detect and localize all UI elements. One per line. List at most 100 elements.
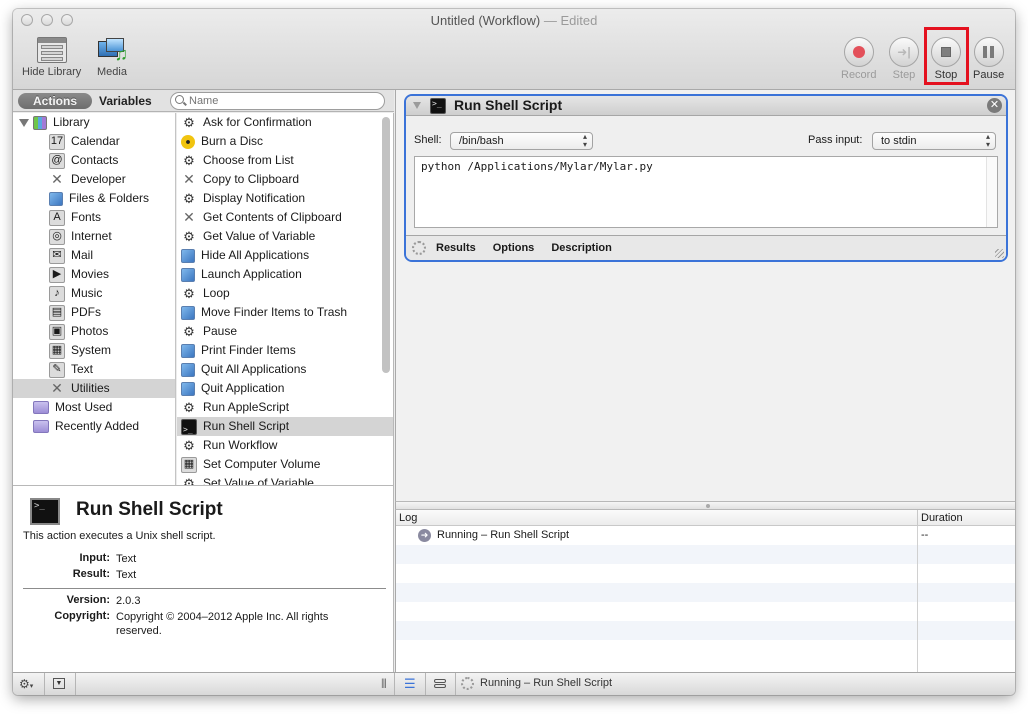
library-root-item[interactable]: Library [13,113,175,132]
action-item[interactable]: ✕ Copy to Clipboard [177,170,393,189]
category-item[interactable]: ✕ Utilities [13,379,175,398]
log-column-header[interactable]: Log [399,510,417,526]
log-splitter[interactable] [395,501,1015,510]
remove-action-icon[interactable]: ✕ [987,98,1002,113]
pause-button[interactable]: Pause [973,37,1004,81]
system-icon: ▦ [49,342,65,359]
action-item-label: Copy to Clipboard [203,172,300,186]
category-item[interactable]: ✕ Developer [13,170,175,189]
record-button[interactable]: Record [841,37,876,81]
pass-input-value: to stdin [881,135,917,147]
description-title: Run Shell Script [76,499,223,520]
fonts-icon: A [49,209,65,226]
category-item[interactable]: ▦ System [13,341,175,360]
tab-description[interactable]: Description [551,242,612,254]
category-item[interactable]: A Fonts [13,208,175,227]
pass-input-select[interactable]: to stdin ▴ ▾ [872,132,996,150]
run-shell-script-action[interactable]: >_ Run Shell Script ✕ Shell: /bin/bash ▴… [404,94,1008,262]
input-value: Text [116,553,137,565]
action-header[interactable]: >_ Run Shell Script ✕ [406,96,1006,116]
script-scrollbar[interactable] [986,157,997,227]
action-item-label: Set Computer Volume [203,457,321,471]
tab-variables[interactable]: Variables [99,93,152,109]
disclosure-triangle-icon[interactable] [19,118,29,127]
action-item[interactable]: ⚙ Display Notification [177,189,393,208]
media-button[interactable]: ♫ Media [96,37,128,78]
category-item[interactable]: ▣ Photos [13,322,175,341]
status-text: Running – Run Shell Script [480,677,613,689]
splitter-grip-icon[interactable]: ||| [381,678,387,689]
automator-icon: ⚙ [183,476,195,485]
action-item[interactable]: ⚙ Get Value of Variable [177,227,393,246]
resize-handle-icon[interactable] [995,249,1004,258]
developer-tools-icon: ✕ [51,171,63,187]
action-item-label: Ask for Confirmation [203,115,312,129]
document-title: Untitled (Workflow) [430,13,541,28]
action-item[interactable]: ⚙ Pause [177,322,393,341]
action-item-label: Pause [203,324,238,338]
hide-library-button[interactable]: Hide Library [22,37,81,78]
log-row [396,640,1015,659]
action-item[interactable]: ⚙ Choose from List [177,151,393,170]
action-item[interactable]: Quit All Applications [177,360,393,379]
tab-options[interactable]: Options [493,242,535,254]
smart-group-item[interactable]: Recently Added [13,417,175,436]
script-text[interactable]: python /Applications/Mylar/Mylar.py [421,160,653,173]
log-row[interactable]: ➜ Running – Run Shell Script -- [396,526,1015,545]
burn-icon [181,134,195,149]
terminal-icon: >_ [181,418,197,435]
action-item[interactable]: Quit Application [177,379,393,398]
pause-label: Pause [973,69,1005,81]
pause-icon [983,46,995,58]
category-item[interactable]: Files & Folders [13,189,175,208]
collapse-triangle-icon[interactable] [413,102,421,109]
category-item[interactable]: ◎ Internet [13,227,175,246]
category-item[interactable]: ▤ PDFs [13,303,175,322]
action-item[interactable]: >_ Run Shell Script [177,417,393,436]
calendar-icon: 17 [49,133,65,150]
toggle-description-icon[interactable]: ▼ [53,678,65,689]
action-item[interactable]: ▦ Set Computer Volume [177,455,393,474]
action-item[interactable]: ⚙ Ask for Confirmation [177,113,393,132]
version-row: Version: 2.0.3 [13,594,366,608]
action-item[interactable]: ⚙ Run AppleScript [177,398,393,417]
category-item[interactable]: ✉ Mail [13,246,175,265]
tab-results[interactable]: Results [436,242,476,254]
action-item[interactable]: Burn a Disc [177,132,393,151]
shell-select[interactable]: /bin/bash ▴ ▾ [450,132,593,150]
workflow-canvas[interactable]: >_ Run Shell Script ✕ Shell: /bin/bash ▴… [395,90,1015,501]
action-item-label: Run AppleScript [203,400,290,414]
action-item[interactable]: Hide All Applications [177,246,393,265]
smart-group-item[interactable]: Most Used [13,398,175,417]
tab-actions[interactable]: Actions [18,93,92,109]
list-view-icon[interactable]: ☰ [404,676,416,692]
category-item[interactable]: @ Contacts [13,151,175,170]
category-item-label: Photos [71,324,109,338]
action-item[interactable]: ⚙ Set Value of Variable [177,474,393,485]
action-item[interactable]: ⚙ Run Workflow [177,436,393,455]
category-item[interactable]: 17 Calendar [13,132,175,151]
action-list-scrollbar[interactable] [382,117,390,373]
automator-icon: ⚙ [183,400,195,415]
bottom-bar: ⚙▾ ▼ ||| ☰ Running – Run Shell Script [13,672,1015,695]
duration-column-header[interactable]: Duration [917,510,963,526]
library-header: Actions Variables [13,90,394,112]
category-item[interactable]: ♪ Music [13,284,175,303]
action-item[interactable]: Launch Application [177,265,393,284]
action-item[interactable]: Print Finder Items [177,341,393,360]
input-row: Input: Text [13,552,366,566]
action-item[interactable]: ⚙ Loop [177,284,393,303]
media-icon: ♫ [96,37,128,63]
category-item-label: Music [71,286,103,300]
step-button[interactable]: ➜| Step [889,37,919,81]
action-item[interactable]: Move Finder Items to Trash [177,303,393,322]
gear-menu-icon[interactable]: ⚙▾ [19,677,33,691]
category-item[interactable]: ▶ Movies [13,265,175,284]
search-input[interactable] [170,92,385,110]
workflow-view-icon[interactable] [434,679,446,689]
script-editor[interactable]: python /Applications/Mylar/Mylar.py [414,156,998,228]
category-item[interactable]: ✎ Text [13,360,175,379]
pdf-icon: ▤ [49,304,65,321]
action-item[interactable]: ✕ Get Contents of Clipboard [177,208,393,227]
version-value: 2.0.3 [116,595,141,607]
